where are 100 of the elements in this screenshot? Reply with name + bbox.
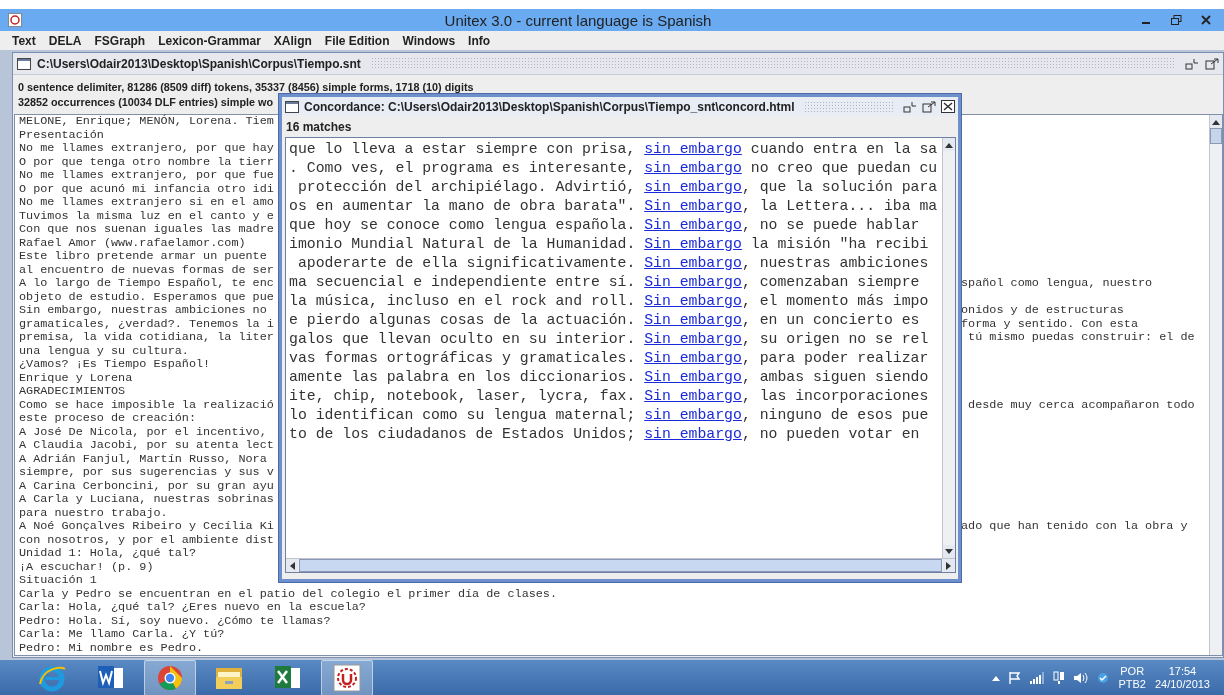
text-line: premisa, la vida cotidiana, la liter — [19, 331, 274, 345]
match-link[interactable]: Sin embargo — [644, 331, 742, 347]
match-link[interactable]: sin embargo — [644, 160, 742, 176]
match-link[interactable]: Sin embargo — [644, 255, 742, 271]
text-line: Enrique y Lorena — [19, 371, 133, 385]
text-line: No me llames extranjero, por que fue — [19, 169, 274, 183]
match-link[interactable]: sin embargo — [644, 426, 742, 442]
text-line: al encuentro de nuevas formas de ser — [19, 263, 274, 277]
right-context: , las incorporaciones — [741, 388, 929, 404]
match-link[interactable]: sin embargo — [644, 179, 742, 195]
left-context: protección del archipiélago. Advirtió, — [296, 179, 637, 195]
statistics-text: 0 sentence delimiter, 81286 (8509 diff) tokens, 35337 (8456) simple forms, 1718 (10) digits — [18, 81, 474, 93]
right-context: , no pueden votar en — [741, 426, 920, 442]
match-count: 16 matches — [285, 119, 353, 136]
text-line: con nosotros, y por el ambiente dist — [19, 533, 274, 547]
text-line: Situación 1 — [19, 574, 97, 588]
right-context: , comenzaban siempre — [741, 274, 920, 290]
text-line: ¡A escuchar! (p. 9) — [19, 560, 154, 574]
text-line: Como se hace imposible la realizació — [19, 398, 274, 412]
text-line: A José De Nicola, por el incentivo, — [19, 425, 267, 439]
right-context: , su origen no se rel — [741, 331, 929, 347]
left-context: os en aumentar la mano de obra barata". — [289, 198, 637, 214]
text-line: A Carla y Luciana, nuestras sobrinas — [19, 493, 274, 507]
text-line: Sin embargo, nuestras ambiciones no — [19, 304, 267, 318]
left-context: que hoy se conoce como lengua española. — [289, 217, 637, 233]
menu-item[interactable]: XAlign — [273, 33, 312, 48]
left-context: . Como ves, el programa es interesante, — [289, 160, 637, 176]
right-context: , ninguno de esos pue — [741, 407, 929, 423]
text-line: este proceso de creación: — [19, 412, 196, 426]
menu-item[interactable]: DELA — [48, 33, 82, 48]
text-line: spañol como lengua, nuestro — [961, 277, 1153, 291]
text-line: para nuestro trabajo. — [19, 506, 168, 520]
text-line: A lo largo de Tiempo Español, te enc — [19, 277, 274, 291]
text-line: Presentación — [19, 128, 104, 142]
clock[interactable]: 17:54 24/10/2013 — [1154, 664, 1210, 691]
menu-item[interactable]: Lexicon-Grammar — [158, 33, 261, 48]
text-line: Este libro pretende armar un puente — [19, 250, 267, 264]
text-line: A Carina Cerboncini, por su gran ayu — [19, 479, 274, 493]
text-line: objeto de estudio. Esperamos que pue — [19, 290, 274, 304]
right-context: , ambas siguen siendo — [741, 369, 929, 385]
left-context: vas formas ortográficas y gramaticales. — [289, 350, 637, 366]
text-line: Unidad 1: Hola, ¿qué tal? — [19, 547, 196, 561]
text-line: Carla: Hola, ¿qué tal? ¿Eres nuevo en la escuela? — [19, 601, 366, 615]
menu-item[interactable]: Windows — [402, 33, 456, 48]
left-context: la música, incluso en el rock and roll. — [289, 293, 637, 309]
match-link[interactable]: sin embargo — [644, 407, 742, 423]
right-context: la misión "ha recibi — [749, 236, 929, 252]
match-link[interactable]: Sin embargo — [644, 388, 742, 404]
right-context: , el momento más impo — [741, 293, 929, 309]
text-line: tú mismo puedas construir: el de — [967, 331, 1195, 345]
input-language-button[interactable]: POR PTB2 — [1118, 664, 1146, 691]
text-line: Pedro: Mi nombre es Pedro. — [19, 641, 204, 655]
window-title: Unitex 3.0 - current language is Spanish — [443, 11, 713, 29]
match-link[interactable]: Sin embargo — [644, 312, 742, 328]
match-link[interactable]: Sin embargo — [644, 350, 742, 366]
text-line: Carla y Pedro se encuentran en el patio del colegio el primer día de clases. — [19, 587, 558, 601]
match-link[interactable]: Sin embargo — [644, 217, 742, 233]
menu-item[interactable]: FSGraph — [94, 33, 146, 48]
window-title: Concordance: C:\Users\Odair2013\Desktop\Spanish\Corpus\Tiempo_snt\concord.html — [304, 99, 795, 114]
text-line: Rafael Amor (www.rafaelamor.com) — [19, 236, 246, 250]
match-link[interactable]: sin embargo — [644, 141, 742, 157]
right-context: , la Lettera... iba ma — [741, 198, 938, 214]
left-context: galos que llevan oculto en su interior. — [289, 331, 637, 347]
text-line: siempre, por sus sugerencias y sus v — [19, 466, 274, 480]
text-line: ¿Vamos? ¡Es Tiempo Español! — [19, 358, 211, 372]
left-context: lo identifican como su lengua maternal; — [289, 407, 637, 423]
left-context: ite, chip, notebook, laser, lycra, fax. — [289, 388, 637, 404]
menu-item[interactable]: Text — [12, 33, 36, 48]
menu-item[interactable]: File Edition — [324, 33, 390, 48]
text-line: Carla: Me llamo Carla. ¿Y tú? — [19, 628, 225, 642]
text-line: A Claudia Jacobi, por su atenta lect — [19, 439, 274, 453]
left-context: ma secuencial e independiente entre sí. — [289, 274, 637, 290]
left-context: que lo lleva a estar siempre con prisa, — [289, 141, 637, 157]
left-context: amente las palabra en los diccionarios. — [289, 369, 637, 385]
text-line: O por que tenga otro nombre la tierr — [19, 155, 274, 169]
match-link[interactable]: Sin embargo — [644, 293, 742, 309]
right-context: , para poder realizar — [741, 350, 929, 366]
right-context: , nuestras ambiciones — [741, 255, 929, 271]
right-context: , que la solución para — [741, 179, 938, 195]
text-line: Pedro: Hola. Sí, soy nuevo. ¿Cómo te llamas? — [19, 614, 331, 628]
right-context: , no se puede hablar — [741, 217, 920, 233]
left-context: to de los ciudadanos de Estados Unidos; — [289, 426, 637, 442]
match-link[interactable]: Sin embargo — [644, 198, 742, 214]
right-context: cuando entra en la sa — [749, 141, 938, 157]
text-line: Con que nos suenan iguales las madre — [19, 223, 274, 237]
left-context: e pierdo algunas cosas de la actuación. — [289, 312, 637, 328]
text-line: Tuvimos la misma luz en el canto y e — [19, 209, 274, 223]
match-link[interactable]: Sin embargo — [644, 236, 742, 252]
menu-item[interactable]: Info — [468, 33, 491, 48]
match-link[interactable]: Sin embargo — [644, 274, 742, 290]
text-line: No me llames extranjero, por que hay — [19, 142, 274, 156]
text-line: O por que acunó mi infancia otro idi — [19, 182, 274, 196]
text-line: desde muy cerca acompañaron todo — [967, 398, 1195, 412]
match-link[interactable]: Sin embargo — [644, 369, 742, 385]
text-line: No me llames extranjero si en el amo — [19, 196, 274, 210]
text-line: A Noé Gonçalves Ribeiro y Cecília Ki — [19, 520, 274, 534]
text-line: ado que han tenido con la obra y — [961, 520, 1188, 534]
statistics-text: 32852 occurrences (10034 DLF entries) simple wo — [18, 96, 274, 108]
text-line: AGRADECIMIENTOS — [19, 385, 126, 399]
left-context: imonio Mundial Natural de la Humanidad. — [289, 236, 637, 252]
